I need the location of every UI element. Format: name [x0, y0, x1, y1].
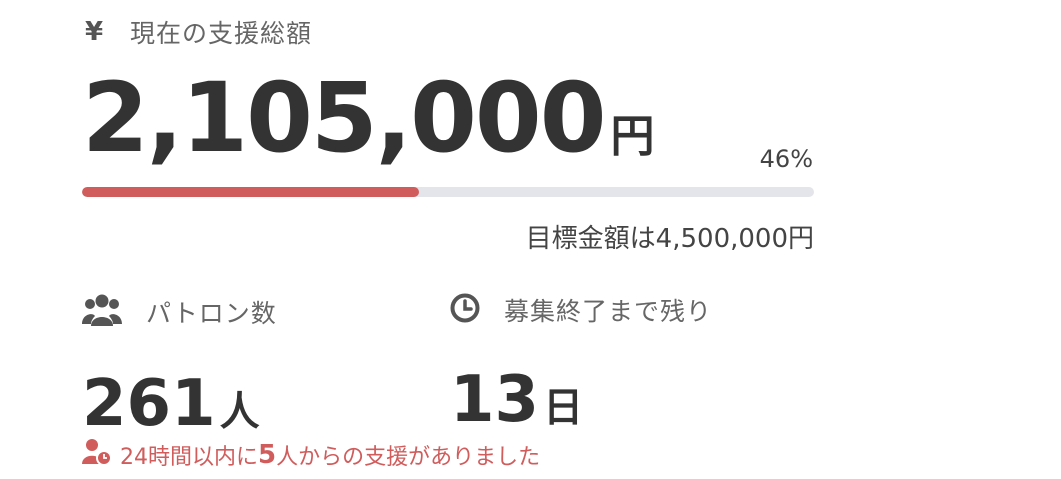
recent-count: 5 [258, 440, 277, 470]
progress-fill [82, 187, 419, 197]
remaining-days: 13 [450, 363, 540, 437]
user-clock-icon [82, 438, 112, 472]
remaining-label: 募集終了まで残り [504, 297, 713, 326]
remaining-unit: 日 [543, 385, 584, 431]
total-amount: 2,105,000 円 [82, 70, 655, 166]
clock-icon [450, 293, 480, 327]
recent-support-notice: 24時間以内に 5 人からの支援がありました [82, 438, 540, 472]
total-header: ¥ 現在の支援総額 [82, 14, 312, 50]
total-label: 現在の支援総額 [130, 19, 313, 48]
patron-unit: 人 [219, 389, 260, 435]
patron-count: 261 [82, 367, 216, 441]
goal-amount: 目標金額は4,500,000円 [525, 224, 814, 254]
users-icon [82, 292, 122, 332]
funding-panel: ¥ 現在の支援総額 2,105,000 円 46% 目標金額は4,500,000… [0, 0, 1061, 479]
patron-label: パトロン数 [146, 299, 277, 328]
recent-suffix: 人からの支援がありました [276, 445, 541, 470]
remaining-stat: 募集終了まで残り 13 日 [450, 292, 712, 433]
yen-icon: ¥ [84, 17, 104, 47]
recent-prefix: 24時間以内に [120, 445, 258, 470]
total-amount-value: 2,105,000 [82, 62, 607, 174]
patron-stat: パトロン数 261 人 [82, 292, 277, 437]
progress-bar [82, 187, 814, 197]
total-amount-unit: 円 [610, 111, 655, 162]
progress-percent: 46% [759, 145, 813, 173]
